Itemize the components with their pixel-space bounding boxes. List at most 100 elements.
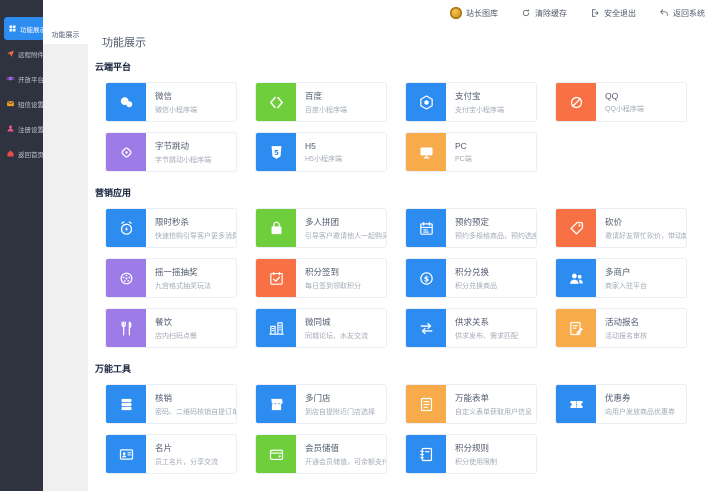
card-text: QQQQ小程序端 [596, 83, 644, 121]
feature-card[interactable]: 百度百度小程序端 [255, 82, 387, 122]
card-icon [106, 385, 146, 423]
feature-card[interactable]: H5H5小程序端 [255, 132, 387, 172]
card-subtitle: 开通会员储值，可余额支付 [305, 457, 386, 467]
form-pen-icon [568, 320, 585, 337]
card-text: 字节跳动字节跳动小程序端 [146, 133, 211, 171]
card-text: PCPC端 [446, 133, 472, 171]
nav-open-platform[interactable]: 开放平台 [0, 67, 43, 90]
card-text: 活动报名活动报名审核 [596, 309, 647, 347]
card-icon [256, 259, 296, 297]
card-title: 名片 [155, 442, 218, 454]
card-subtitle: 九宫格式抽奖玩法 [155, 281, 211, 291]
feature-card[interactable]: 多商户商家入驻平台 [555, 258, 687, 298]
nav-sms-settings[interactable]: 短信设置 [0, 92, 43, 115]
feature-card[interactable]: 积分规则积分使用限制 [405, 434, 537, 474]
card-icon [556, 385, 596, 423]
storefront-icon [268, 396, 285, 413]
card-title: 积分签到 [305, 266, 361, 278]
feature-card[interactable]: 砍价邀请好友帮忙砍价，带动新客 [555, 208, 687, 248]
card-subtitle: 到店自提附近门店选择 [305, 407, 375, 417]
card-grid: 微信微信小程序端百度百度小程序端支付宝支付宝小程序端 QQQQ小程序端字节跳动字节… [105, 82, 720, 172]
safe-logout-button[interactable]: 安全退出 [590, 8, 636, 19]
user-icon [6, 124, 15, 133]
card-title: 预约预定 [455, 216, 536, 228]
card-icon [256, 435, 296, 473]
feature-card[interactable]: 餐饮店内扫码点餐 [105, 308, 237, 348]
monitor-icon [418, 144, 435, 161]
feature-card[interactable]: 微信微信小程序端 [105, 82, 237, 122]
card-text: 会员储值开通会员储值，可余额支付 [296, 435, 386, 473]
section-title: 云端平台 [95, 60, 720, 73]
feature-card[interactable]: 核销密码、二维码核销自提订单 [105, 384, 237, 424]
return-system-button[interactable]: 返回系统 [659, 8, 705, 19]
feature-card[interactable]: 会员储值开通会员储值，可余额支付 [255, 434, 387, 474]
card-title: 核销 [155, 392, 236, 404]
feature-card[interactable]: 支付宝支付宝小程序端 [405, 82, 537, 122]
feature-card[interactable]: 活动报名活动报名审核 [555, 308, 687, 348]
card-icon [106, 259, 146, 297]
feature-card[interactable]: 多门店到店自提附近门店选择 [255, 384, 387, 424]
wechat-icon [118, 94, 135, 111]
feature-card[interactable]: 限时秒杀快速抢购引导客户更多消费 [105, 208, 237, 248]
sidebar-item-label: 注册设置 [18, 124, 44, 134]
feature-card[interactable]: 名片员工名片，分享交流 [105, 434, 237, 474]
card-title: H5 [305, 141, 342, 151]
users-icon [568, 270, 585, 287]
card-text: 餐饮店内扫码点餐 [146, 309, 197, 347]
feature-card[interactable]: 优惠券向用户发放商品优惠券 [555, 384, 687, 424]
card-subtitle: 供求发布、需求匹配 [455, 331, 518, 341]
card-title: 限时秒杀 [155, 216, 236, 228]
feature-card[interactable]: 供求关系供求发布、需求匹配 [405, 308, 537, 348]
card-text: 预约预定预约多规格商品，预约选座 [446, 209, 536, 247]
sidebar-item-label: 返回首页 [18, 149, 44, 159]
feature-card[interactable]: 微同城同城论坛、水友交流 [255, 308, 387, 348]
card-icon [406, 133, 446, 171]
section-title: 营销应用 [95, 186, 720, 199]
card-title: 优惠券 [605, 392, 675, 404]
sidebar-item-label: 短信设置 [18, 99, 44, 109]
calendar-icon [418, 220, 435, 237]
feature-card[interactable]: 积分签到每日签到领取积分 [255, 258, 387, 298]
card-icon [106, 435, 146, 473]
feature-card[interactable]: 摇一摇抽奖九宫格式抽奖玩法 [105, 258, 237, 298]
card-icon [106, 133, 146, 171]
feature-card[interactable]: 字节跳动字节跳动小程序端 [105, 132, 237, 172]
card-title: 积分兑换 [455, 266, 497, 278]
card-icon [406, 385, 446, 423]
card-title: 百度 [305, 90, 347, 102]
qq-icon [568, 94, 585, 111]
card-subtitle: 引导客户邀请他人一起购买 [305, 231, 386, 241]
feature-card[interactable]: 多人拼团引导客户邀请他人一起购买 [255, 208, 387, 248]
card-subtitle: 员工名片，分享交流 [155, 457, 218, 467]
baidu-brackets-icon [268, 94, 285, 111]
feature-card[interactable]: 万能表单自定义表单获取用户信息 [405, 384, 537, 424]
card-title: 餐饮 [155, 316, 197, 328]
nav-back-home[interactable]: 返回首页 [0, 142, 43, 165]
sidebar-item-label: 功能展示 [20, 24, 46, 34]
mail-icon [6, 99, 15, 108]
card-icon [406, 209, 446, 247]
shopping-bag-icon [268, 220, 285, 237]
feature-card[interactable]: 积分兑换积分兑换商品 [405, 258, 537, 298]
card-text: 摇一摇抽奖九宫格式抽奖玩法 [146, 259, 211, 297]
card-subtitle: 支付宝小程序端 [455, 105, 504, 115]
id-card-icon [118, 446, 135, 463]
nav-remote-attachment[interactable]: 远程附件 [0, 42, 43, 65]
card-icon [406, 259, 446, 297]
main-content: 功能展示 云端平台微信微信小程序端百度百度小程序端支付宝支付宝小程序端QQQQ小… [88, 26, 720, 491]
clear-cache-button[interactable]: 清除缓存 [521, 8, 567, 19]
card-icon [256, 309, 296, 347]
card-subtitle: 微信小程序端 [155, 105, 197, 115]
ticket-icon [568, 396, 585, 413]
gallery-button[interactable]: 站长图库 [450, 7, 498, 19]
logo-icon [450, 7, 462, 19]
card-subtitle: 邀请好友帮忙砍价，带动新客 [605, 231, 686, 241]
feature-card[interactable]: 预约预定预约多规格商品，预约选座 [405, 208, 537, 248]
nav-feature-display[interactable]: 功能展示 [4, 17, 43, 40]
feature-card[interactable]: PCPC端 [405, 132, 537, 172]
feature-card[interactable]: QQQQ小程序端 [555, 82, 687, 122]
nav-register-settings[interactable]: 注册设置 [0, 117, 43, 140]
card-title: 积分规则 [455, 442, 497, 454]
tab-feature-display[interactable]: 功能展示 [43, 26, 88, 44]
card-text: 名片员工名片，分享交流 [146, 435, 218, 473]
